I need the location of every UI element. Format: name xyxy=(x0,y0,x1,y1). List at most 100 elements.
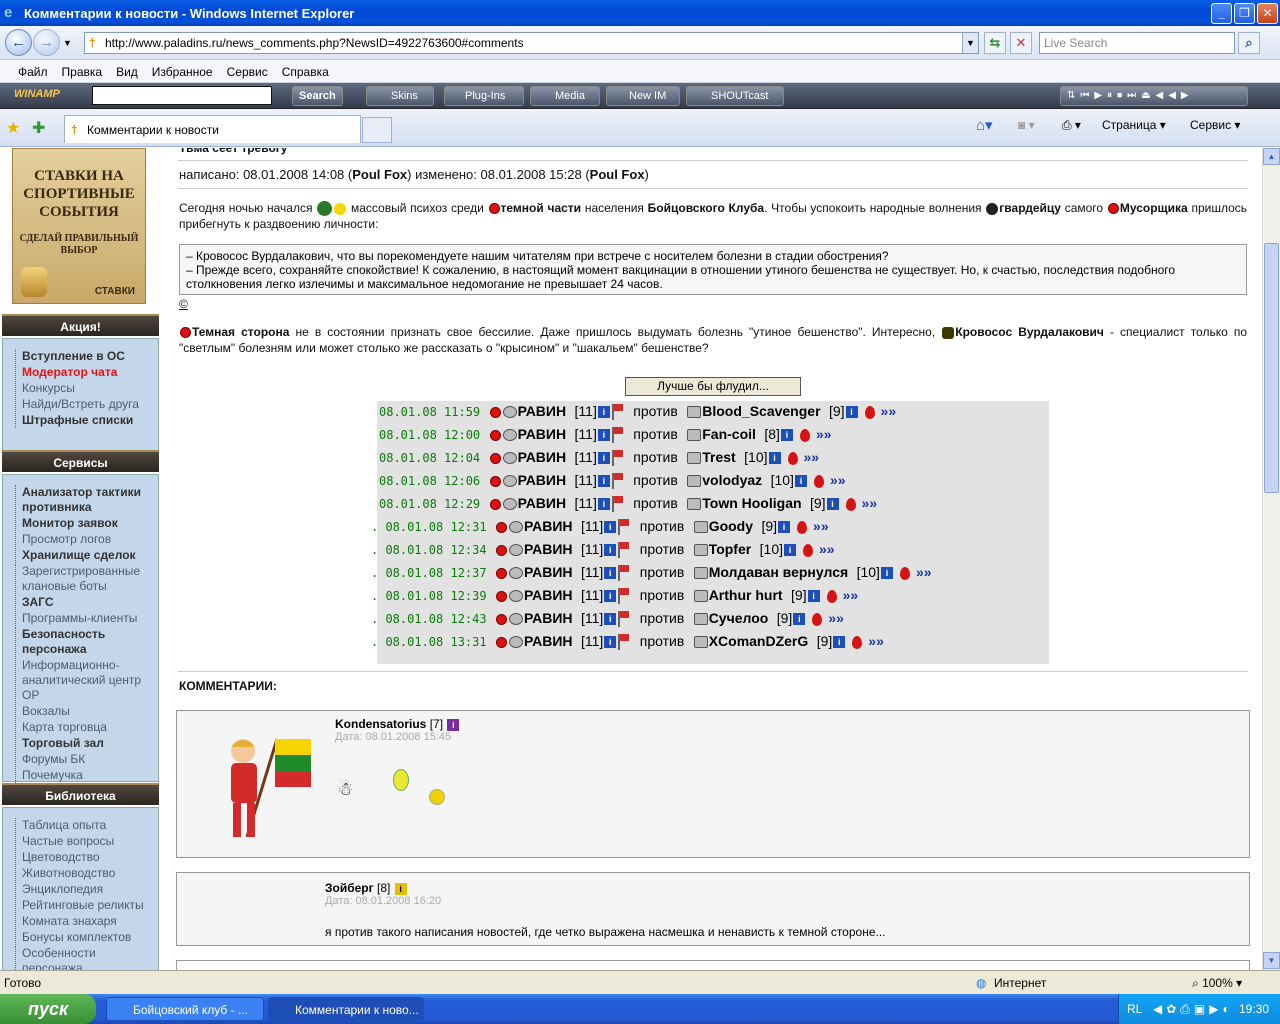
sidebar-item[interactable]: ЗАГС xyxy=(15,595,154,610)
sidebar-item[interactable]: Анализатор тактики противника xyxy=(15,485,154,515)
sidebar-item[interactable]: Таблица опыта xyxy=(15,818,154,833)
opponent-name-link[interactable]: Arthur hurt xyxy=(709,587,783,603)
opponent-name-link[interactable]: Goody xyxy=(709,518,753,534)
fight-log-link[interactable]: »» xyxy=(862,495,878,511)
info-icon[interactable]: i xyxy=(604,521,617,533)
print-icon[interactable]: ⎙ ▾ xyxy=(1062,118,1081,133)
stop-button[interactable]: ✕ xyxy=(1010,32,1032,54)
minimize-button[interactable]: _ xyxy=(1211,3,1232,24)
sidebar-item[interactable]: Программы-клиенты xyxy=(15,611,154,626)
sidebar-item[interactable]: Энциклопедия xyxy=(15,882,154,897)
scroll-up-button[interactable]: ▲ xyxy=(1263,148,1280,165)
media-button[interactable]: Media xyxy=(530,86,600,106)
editor-link[interactable]: Poul Fox xyxy=(590,167,645,182)
info-icon[interactable]: i xyxy=(833,636,846,648)
winamp-playback-controls[interactable]: ⇅⏮▶⏸⏹⏭⏏◀◀▶ xyxy=(1060,86,1248,106)
service-menu[interactable]: Сервис ▾ xyxy=(1190,118,1240,132)
sidebar-item[interactable]: Животноводство xyxy=(15,866,154,881)
player-name-link[interactable]: РАВИН xyxy=(518,472,567,488)
sidebar-item[interactable]: Почемучка xyxy=(15,768,154,783)
player-name-link[interactable]: РАВИН xyxy=(518,426,567,442)
sidebar-item[interactable]: Зарегистрированные клановые боты xyxy=(15,564,154,594)
sidebar-item[interactable]: Хранилище сделок xyxy=(15,548,154,563)
fight-log-link[interactable]: »» xyxy=(828,610,844,626)
sidebar-item[interactable]: Информационно-аналитический центр ОР xyxy=(15,658,154,703)
menu-edit[interactable]: Правка xyxy=(62,65,103,79)
opponent-name-link[interactable]: Blood_Scavenger xyxy=(702,403,820,419)
info-icon[interactable]: i xyxy=(597,452,610,464)
feeds-icon[interactable]: ◙ ▾ xyxy=(1018,118,1035,132)
tab-comments[interactable]: † Комментарии к новости xyxy=(64,115,361,143)
info-icon[interactable]: i xyxy=(794,475,807,487)
player-name-link[interactable]: РАВИН xyxy=(524,610,573,626)
flood-button[interactable]: Лучше бы флудил... xyxy=(625,377,801,396)
guardsman-link[interactable]: гвардейцу xyxy=(999,201,1061,215)
fight-log-link[interactable]: »» xyxy=(813,518,829,534)
back-button[interactable]: ← xyxy=(5,29,32,56)
fight-log-link[interactable]: »» xyxy=(816,426,832,442)
sidebar-item[interactable]: Цветоводство xyxy=(15,850,154,865)
info-icon[interactable]: i xyxy=(845,406,858,418)
sidebar-item[interactable]: Модератор чата xyxy=(15,365,154,380)
author-link[interactable]: Poul Fox xyxy=(352,167,407,182)
fight-log-link[interactable]: »» xyxy=(916,564,932,580)
menu-favorites[interactable]: Избранное xyxy=(152,65,213,79)
fight-log-link[interactable]: »» xyxy=(804,449,820,465)
comment-author-link[interactable]: Kondensatorius xyxy=(335,717,426,731)
window-titlebar[interactable]: e Комментарии к новости - Windows Intern… xyxy=(0,0,1280,26)
sidebar-item[interactable]: Комната знахаря xyxy=(15,914,154,929)
shoutcast-button[interactable]: SHOUTcast xyxy=(686,86,784,106)
player-name-link[interactable]: РАВИН xyxy=(518,449,567,465)
vampire-link[interactable]: Кровосос Вурдалакович xyxy=(955,325,1104,339)
sidebar-item[interactable]: Монитор заявок xyxy=(15,516,154,531)
close-button[interactable]: ✕ xyxy=(1257,3,1278,24)
winamp-search-input[interactable] xyxy=(92,86,272,105)
opponent-name-link[interactable]: XComanDZerG xyxy=(709,633,809,649)
info-icon[interactable]: i xyxy=(880,567,893,579)
page-menu[interactable]: Страница ▾ xyxy=(1102,118,1166,132)
start-button[interactable]: пуск xyxy=(0,994,96,1024)
live-search-input[interactable]: Live Search xyxy=(1039,32,1235,54)
favorites-star-icon[interactable]: ★ xyxy=(6,118,20,138)
dark-side-link[interactable]: Темная сторона xyxy=(192,325,289,339)
info-icon[interactable]: i xyxy=(784,544,796,556)
winamp-search-button[interactable]: Search xyxy=(292,86,343,106)
add-favorites-icon[interactable]: ✚ xyxy=(32,118,45,138)
menu-help[interactable]: Справка xyxy=(282,65,329,79)
info-icon[interactable]: i xyxy=(604,544,617,556)
menu-tools[interactable]: Сервис xyxy=(227,65,268,79)
sidebar-item[interactable]: Бонусы комплектов xyxy=(15,930,154,945)
fight-log-link[interactable]: »» xyxy=(868,633,884,649)
player-name-link[interactable]: РАВИН xyxy=(518,403,567,419)
info-icon[interactable]: i xyxy=(778,521,791,533)
opponent-name-link[interactable]: Trest xyxy=(702,449,735,465)
player-name-link[interactable]: РАВИН xyxy=(524,518,573,534)
menu-file[interactable]: Файл xyxy=(18,65,48,79)
player-name-link[interactable]: РАВИН xyxy=(524,633,573,649)
tray-icons[interactable]: ◀✿⎙▣▶◐ xyxy=(1153,994,1234,1024)
address-input[interactable]: † http://www.paladins.ru/news_comments.p… xyxy=(84,32,979,54)
sidebar-item[interactable]: Найди/Встреть друга xyxy=(15,397,154,412)
info-icon[interactable]: i xyxy=(807,590,820,602)
taskbar-item-comments[interactable]: Комментарии к ново... xyxy=(268,997,424,1021)
info-icon[interactable]: i xyxy=(780,429,793,441)
refresh-button[interactable]: ⇆ xyxy=(984,32,1006,54)
forward-button[interactable]: → xyxy=(33,29,60,56)
info-icon[interactable]: i xyxy=(826,498,839,510)
opponent-name-link[interactable]: Молдаван вернулся xyxy=(709,564,848,580)
maximize-button[interactable]: ❐ xyxy=(1234,3,1255,24)
home-icon[interactable]: ⌂▾ xyxy=(976,116,993,134)
fight-log-link[interactable]: »» xyxy=(830,472,846,488)
opponent-name-link[interactable]: Сучелоо xyxy=(709,610,769,626)
new-im-button[interactable]: New IM xyxy=(606,86,680,106)
sidebar-item[interactable]: Торговый зал xyxy=(15,736,154,751)
opponent-name-link[interactable]: Fan-coil xyxy=(702,426,756,442)
sidebar-item[interactable]: Безопасность персонажа xyxy=(15,627,154,657)
sidebar-item[interactable]: Просмотр логов xyxy=(15,532,154,547)
dark-side-link[interactable]: темной части xyxy=(501,201,582,215)
plugins-button[interactable]: Plug-Ins xyxy=(444,86,524,106)
skins-button[interactable]: Skins xyxy=(366,86,434,106)
language-indicator[interactable]: RL xyxy=(1127,994,1142,1024)
opponent-name-link[interactable]: Topfer xyxy=(709,541,752,557)
info-icon[interactable]: i xyxy=(604,636,617,648)
